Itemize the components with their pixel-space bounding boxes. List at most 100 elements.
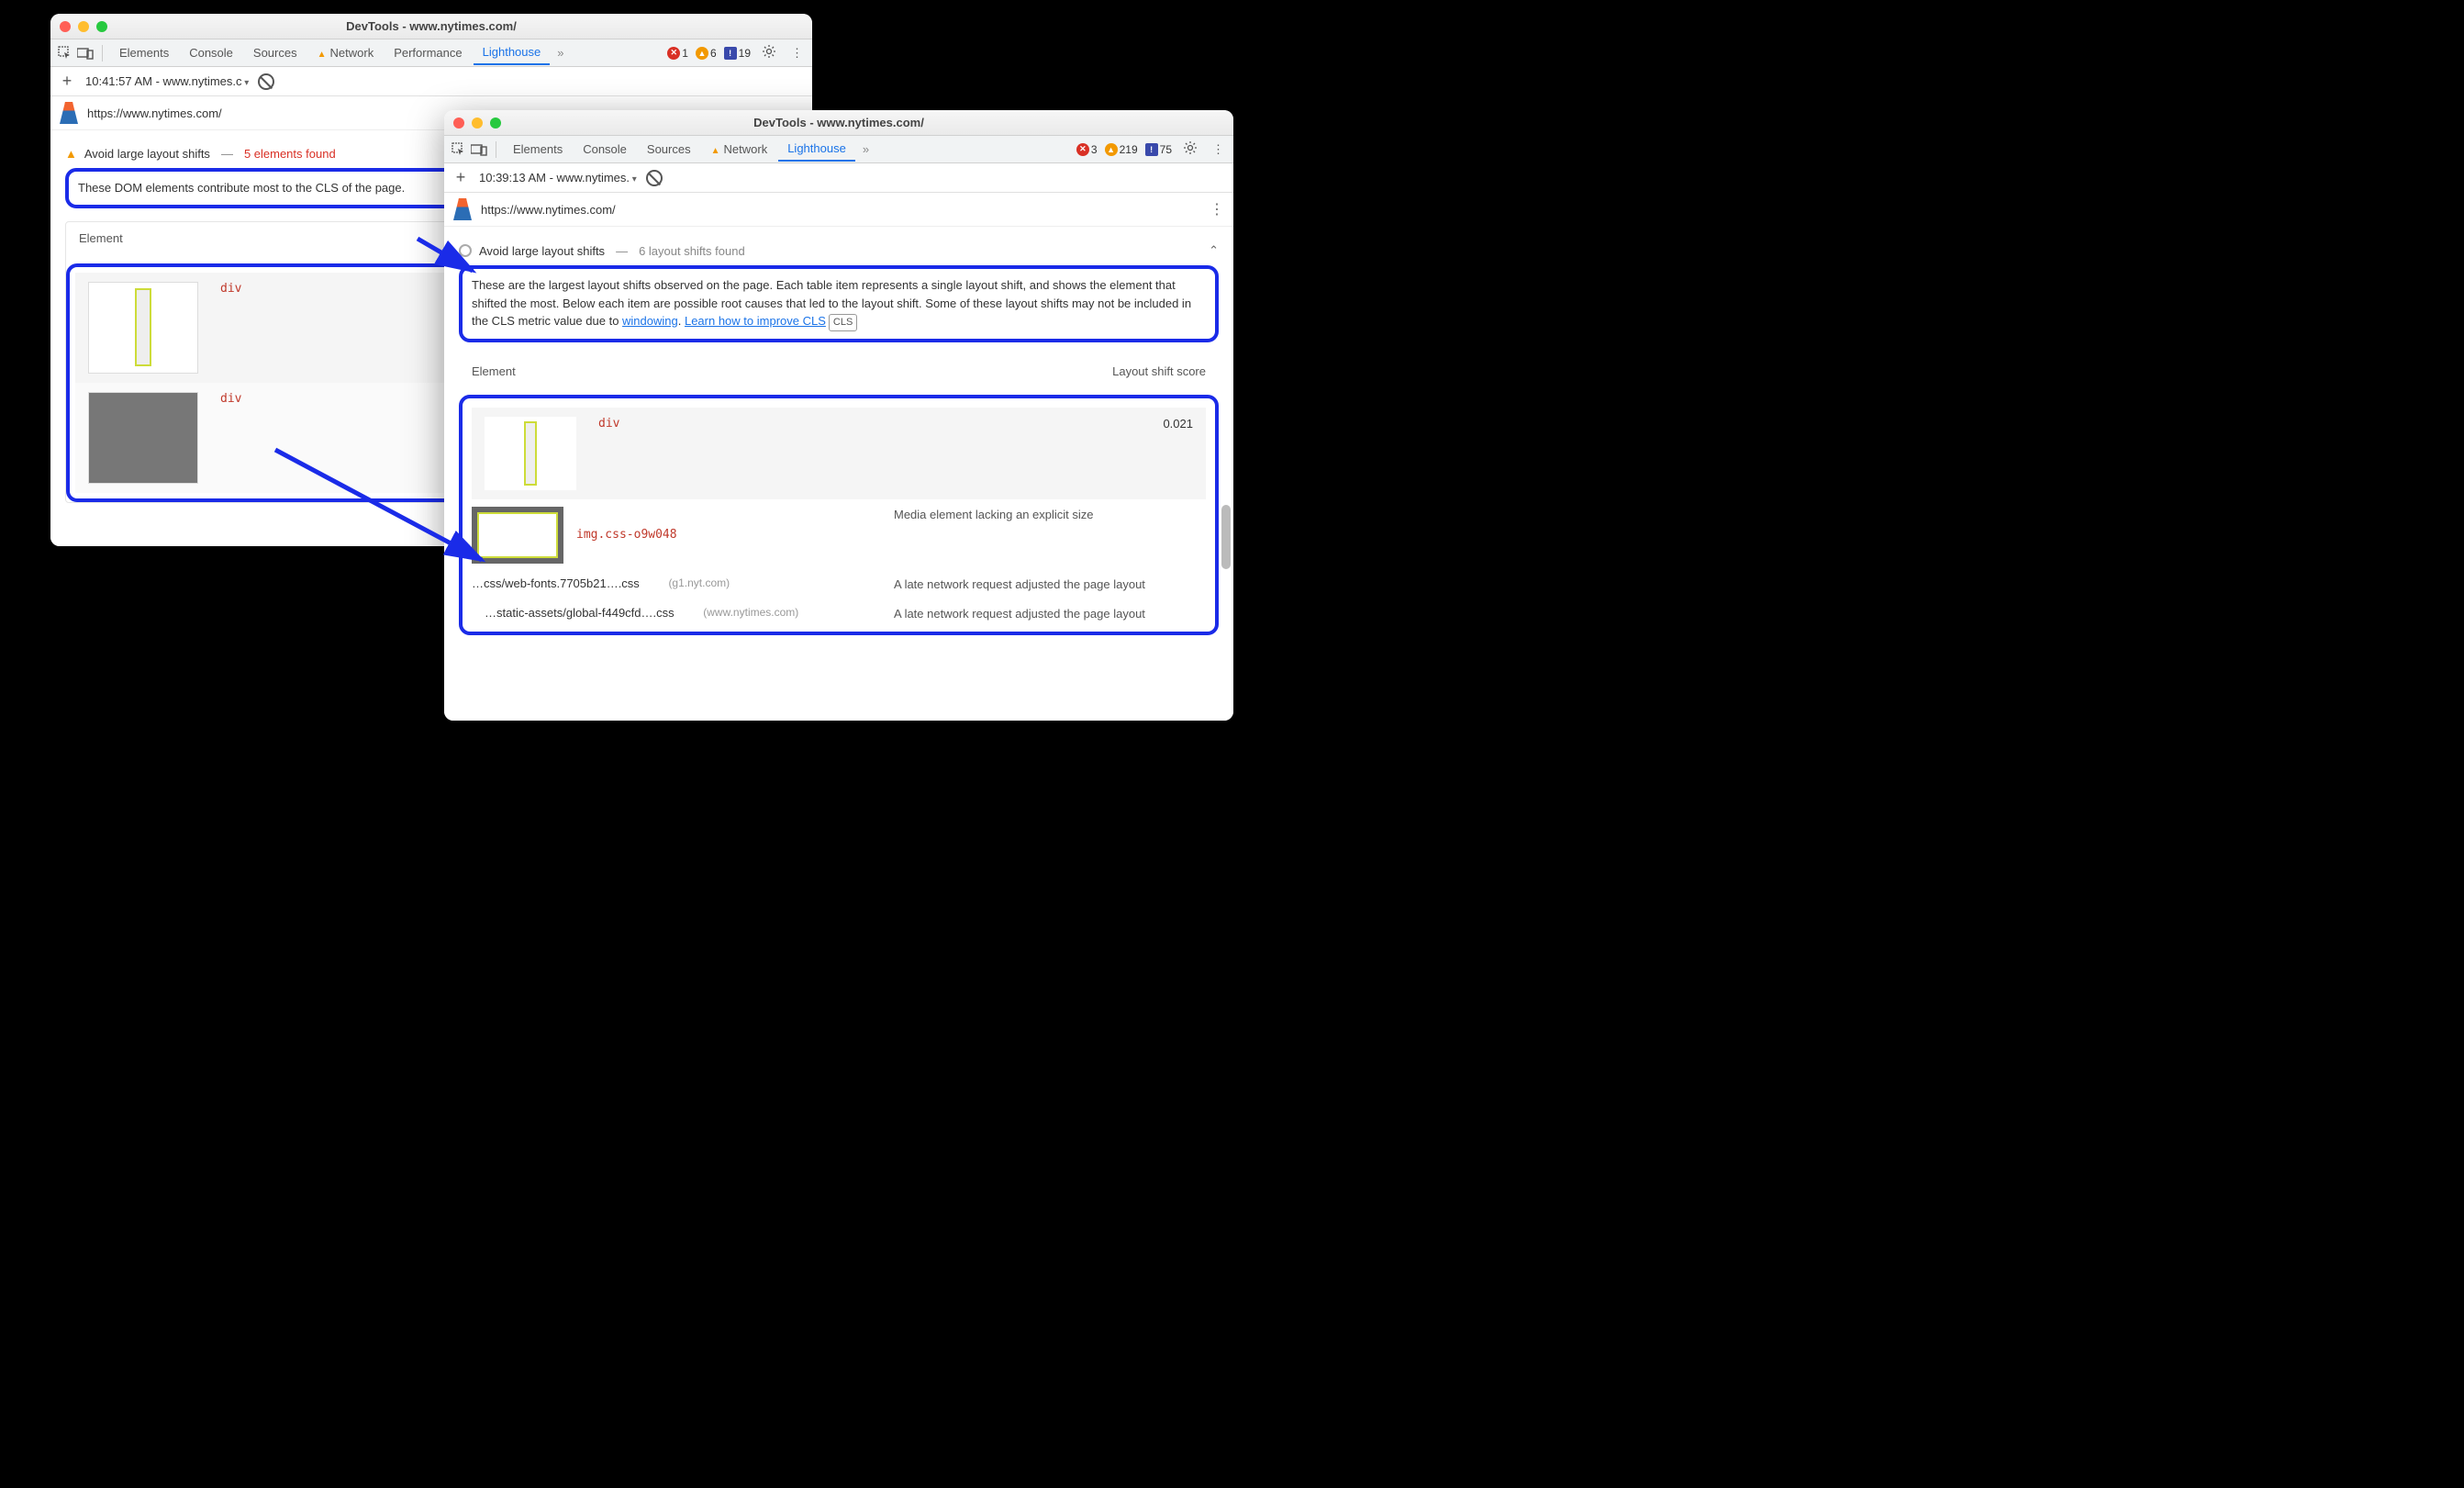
new-run-button[interactable]: + bbox=[452, 168, 470, 187]
more-tabs-icon[interactable]: » bbox=[552, 46, 569, 60]
element-thumbnail bbox=[485, 417, 576, 490]
audit-title: Avoid large layout shifts bbox=[84, 147, 210, 161]
devtools-tabbar: Elements Console Sources Network Perform… bbox=[50, 39, 812, 67]
tab-sources[interactable]: Sources bbox=[244, 42, 307, 63]
window-title: DevTools - www.nytimes.com/ bbox=[50, 19, 812, 33]
cause-selector: img.css-o9w048 bbox=[576, 528, 677, 542]
zoom-icon[interactable] bbox=[490, 117, 501, 129]
cause-reason: A late network request adjusted the page… bbox=[894, 576, 1206, 593]
th-element: Element bbox=[79, 231, 123, 245]
tab-network[interactable]: Network bbox=[702, 139, 777, 160]
warning-triangle-icon: ▲ bbox=[65, 147, 77, 161]
shift-score: 0.021 bbox=[1163, 417, 1193, 431]
minimize-icon[interactable] bbox=[78, 21, 89, 32]
asset-host: (www.nytimes.com) bbox=[703, 606, 798, 619]
cls-badge: CLS bbox=[829, 314, 857, 331]
devtools-tabbar: Elements Console Sources Network Lightho… bbox=[444, 136, 1233, 163]
minimize-icon[interactable] bbox=[472, 117, 483, 129]
element-thumbnail bbox=[88, 282, 198, 374]
layout-shift-table: Element Layout shift score div 0.021 img… bbox=[459, 355, 1219, 635]
audit-row[interactable]: Avoid large layout shifts — 6 layout shi… bbox=[459, 236, 1219, 265]
error-count-badge[interactable]: ✕1 bbox=[667, 47, 688, 60]
tab-elements[interactable]: Elements bbox=[110, 42, 178, 63]
warning-count-badge[interactable]: ▲219 bbox=[1105, 143, 1138, 156]
lighthouse-run-bar: + 10:41:57 AM - www.nytimes.c bbox=[50, 67, 812, 96]
tab-network[interactable]: Network bbox=[308, 42, 384, 63]
lighthouse-run-bar: + 10:39:13 AM - www.nytimes. bbox=[444, 163, 1233, 193]
new-run-button[interactable]: + bbox=[58, 72, 76, 91]
root-cause-row: …css/web-fonts.7705b21….css (g1.nyt.com)… bbox=[472, 576, 1206, 593]
element-tag: div bbox=[598, 417, 619, 431]
audit-count: 5 elements found bbox=[244, 147, 336, 161]
kebab-icon[interactable]: ⋮ bbox=[1210, 200, 1224, 218]
issue-count-badge[interactable]: !75 bbox=[1145, 143, 1172, 156]
titlebar: DevTools - www.nytimes.com/ bbox=[50, 14, 812, 39]
root-cause-row: img.css-o9w048 Media element lacking an … bbox=[472, 507, 1206, 564]
table-header: Element Layout shift score bbox=[459, 355, 1219, 387]
report-content: Avoid large layout shifts — 6 layout shi… bbox=[444, 227, 1233, 721]
settings-icon[interactable] bbox=[1179, 139, 1201, 160]
cause-reason: Media element lacking an explicit size bbox=[894, 507, 1206, 523]
desc-mid: . bbox=[678, 314, 685, 328]
warning-count-badge[interactable]: ▲6 bbox=[696, 47, 717, 60]
traffic-lights[interactable] bbox=[60, 21, 107, 32]
learn-cls-link[interactable]: Learn how to improve CLS bbox=[685, 314, 826, 328]
clear-icon[interactable] bbox=[646, 170, 663, 186]
tab-lighthouse[interactable]: Lighthouse bbox=[474, 41, 551, 65]
element-tag: div bbox=[220, 282, 241, 296]
issue-count-badge[interactable]: !19 bbox=[724, 47, 751, 60]
titlebar: DevTools - www.nytimes.com/ bbox=[444, 110, 1233, 136]
root-cause-row: …static-assets/global-f449cfd….css (www.… bbox=[472, 606, 1206, 622]
zoom-icon[interactable] bbox=[96, 21, 107, 32]
root-cause-list: img.css-o9w048 Media element lacking an … bbox=[472, 507, 1206, 622]
tab-lighthouse[interactable]: Lighthouse bbox=[778, 138, 855, 162]
shift-row[interactable]: div 0.021 bbox=[472, 408, 1206, 499]
close-icon[interactable] bbox=[453, 117, 464, 129]
dash: — bbox=[616, 244, 628, 258]
asset-host: (g1.nyt.com) bbox=[668, 576, 730, 589]
kebab-icon[interactable]: ⋮ bbox=[787, 44, 807, 62]
device-icon[interactable] bbox=[76, 44, 95, 62]
audit-title: Avoid large layout shifts bbox=[479, 244, 605, 258]
tab-console[interactable]: Console bbox=[180, 42, 242, 63]
tab-console[interactable]: Console bbox=[574, 139, 636, 160]
kebab-icon[interactable]: ⋮ bbox=[1209, 140, 1228, 159]
asset-path: …css/web-fonts.7705b21….css bbox=[472, 576, 640, 590]
element-tag: div bbox=[220, 392, 241, 406]
windowing-link[interactable]: windowing bbox=[622, 314, 678, 328]
tab-right-cluster: ✕1 ▲6 !19 ⋮ bbox=[667, 42, 807, 63]
audit-description-callout: These are the largest layout shifts obse… bbox=[459, 265, 1219, 342]
more-tabs-icon[interactable]: » bbox=[857, 142, 875, 156]
cause-thumbnail bbox=[472, 507, 563, 564]
traffic-lights[interactable] bbox=[453, 117, 501, 129]
audit-description: These DOM elements contribute most to th… bbox=[78, 181, 405, 195]
neutral-circle-icon bbox=[459, 244, 472, 257]
clear-icon[interactable] bbox=[258, 73, 274, 90]
lighthouse-logo-icon bbox=[60, 102, 78, 124]
devtools-window-new: DevTools - www.nytimes.com/ Elements Con… bbox=[444, 110, 1233, 721]
tab-performance[interactable]: Performance bbox=[385, 42, 471, 63]
audited-url-bar: https://www.nytimes.com/ ⋮ bbox=[444, 193, 1233, 227]
close-icon[interactable] bbox=[60, 21, 71, 32]
tab-sources[interactable]: Sources bbox=[638, 139, 700, 160]
inspect-icon[interactable] bbox=[56, 44, 74, 62]
window-title: DevTools - www.nytimes.com/ bbox=[444, 116, 1233, 129]
run-selector[interactable]: 10:41:57 AM - www.nytimes.c bbox=[85, 74, 249, 88]
settings-icon[interactable] bbox=[758, 42, 780, 63]
tab-elements[interactable]: Elements bbox=[504, 139, 572, 160]
cause-reason: A late network request adjusted the page… bbox=[894, 606, 1206, 622]
device-icon[interactable] bbox=[470, 140, 488, 159]
dash: — bbox=[221, 147, 233, 161]
scrollbar[interactable] bbox=[1221, 505, 1231, 569]
error-count-badge[interactable]: ✕3 bbox=[1076, 143, 1098, 156]
audited-url: https://www.nytimes.com/ bbox=[481, 203, 1200, 217]
th-element: Element bbox=[472, 364, 516, 378]
element-thumbnail bbox=[88, 392, 198, 484]
inspect-icon[interactable] bbox=[450, 140, 468, 159]
collapse-chevron-icon[interactable]: ⌃ bbox=[1209, 243, 1219, 258]
th-score: Layout shift score bbox=[1112, 364, 1206, 378]
separator bbox=[102, 45, 103, 62]
run-selector[interactable]: 10:39:13 AM - www.nytimes. bbox=[479, 171, 637, 185]
asset-path: …static-assets/global-f449cfd….css bbox=[485, 606, 675, 620]
audit-count: 6 layout shifts found bbox=[639, 244, 745, 258]
